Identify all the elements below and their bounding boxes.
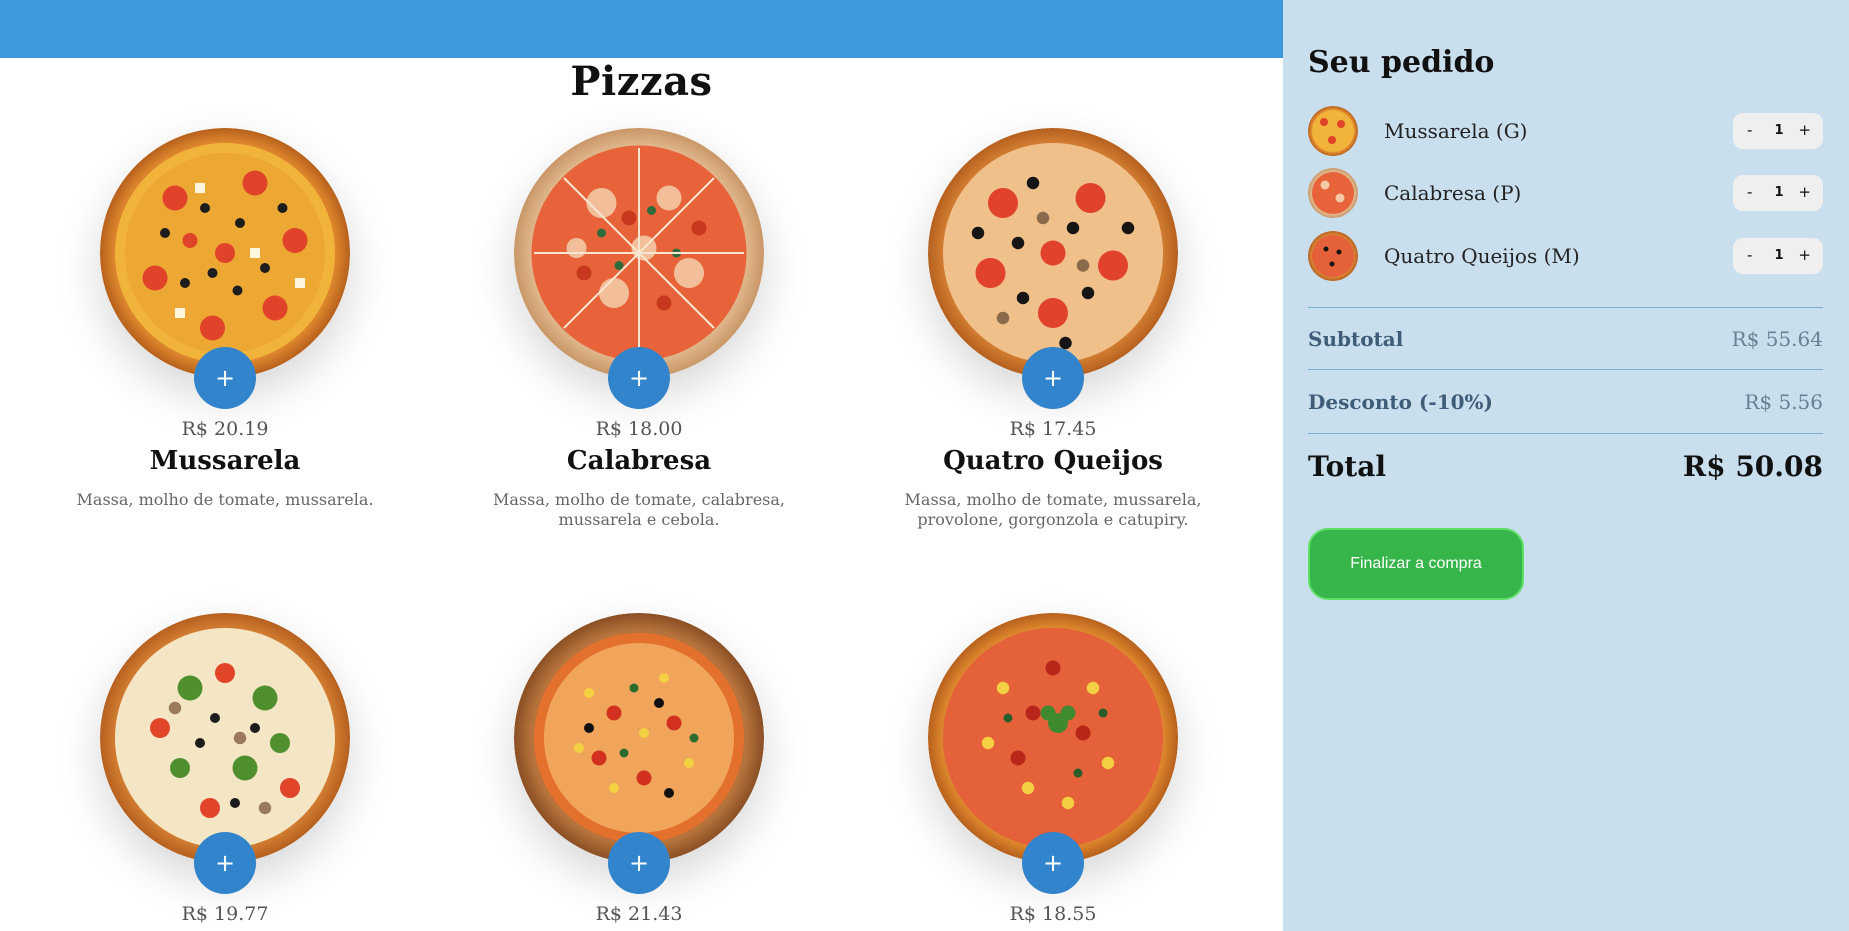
subtotal-value: R$ 55.64: [1731, 327, 1823, 351]
cart-item-name: Mussarela (G): [1384, 119, 1528, 143]
pizza-image-wrap: +: [928, 613, 1178, 894]
pizza-name: Quatro Queijos: [943, 446, 1163, 476]
pizza-card: + R$ 21.43: [432, 613, 846, 925]
pizza-price: R$ 20.19: [181, 418, 269, 440]
total-value: R$ 50.08: [1682, 450, 1823, 483]
cart-item-thumbnail: [1308, 231, 1358, 281]
pizza-quatro-queijos-image: [928, 128, 1178, 378]
section-title: Pizzas: [570, 58, 713, 105]
increase-quantity-button[interactable]: +: [1798, 183, 1811, 201]
pizza-price: R$ 18.00: [595, 418, 683, 440]
subtotal-label: Subtotal: [1308, 327, 1404, 351]
total-label: Total: [1308, 450, 1387, 483]
pizza-card: + R$ 17.45 Quatro Queijos Massa, molho d…: [846, 128, 1260, 530]
divider: [1308, 307, 1823, 308]
quantity-stepper: - 1 +: [1733, 113, 1823, 149]
pizza-card: + R$ 20.19 Mussarela Massa, molho de tom…: [18, 128, 432, 510]
divider: [1308, 433, 1823, 434]
discount-value: R$ 5.56: [1744, 390, 1823, 414]
pizza-board-image: [514, 613, 764, 863]
decrease-quantity-button[interactable]: -: [1747, 121, 1752, 139]
pizza-supreme-image: [928, 613, 1178, 863]
checkout-button[interactable]: Finalizar a compra: [1308, 528, 1524, 600]
cart-item: Calabresa (P) - 1 +: [1308, 168, 1823, 218]
pizza-name: Mussarela: [149, 446, 301, 476]
pizza-image-wrap: +: [514, 613, 764, 894]
increase-quantity-button[interactable]: +: [1798, 121, 1811, 139]
quantity-stepper: - 1 +: [1733, 175, 1823, 211]
pizza-card: + R$ 18.55: [846, 613, 1260, 925]
cart-item-name: Calabresa (P): [1384, 181, 1522, 205]
pizza-price: R$ 17.45: [1009, 418, 1097, 440]
add-pizza-button[interactable]: +: [1022, 832, 1084, 894]
cart-sidebar: Seu pedido Mussarela (G) - 1 + Calabresa…: [1283, 0, 1849, 931]
cart-item: Quatro Queijos (M) - 1 +: [1308, 231, 1823, 281]
pizza-description: Massa, molho de tomate, mussarela, provo…: [904, 490, 1202, 529]
add-pizza-button[interactable]: +: [608, 832, 670, 894]
cart-item-thumbnail: [1308, 106, 1358, 156]
discount-label: Desconto (-10%): [1308, 390, 1493, 414]
quantity-stepper: - 1 +: [1733, 238, 1823, 274]
quantity-value: 1: [1774, 185, 1784, 200]
increase-quantity-button[interactable]: +: [1798, 246, 1811, 264]
pizza-image-wrap: +: [514, 128, 764, 409]
pizza-price: R$ 18.55: [1009, 903, 1097, 925]
add-pizza-button[interactable]: +: [608, 347, 670, 409]
pizza-mussarela-image: [100, 128, 350, 378]
pizza-price: R$ 19.77: [181, 903, 269, 925]
pizza-description: Massa, molho de tomate, mussarela.: [76, 490, 374, 509]
add-pizza-button[interactable]: +: [194, 832, 256, 894]
pizza-calabresa-image: [514, 128, 764, 378]
menu-area: Pizzas + R$ 20.19 Mussarela Massa, molho…: [0, 58, 1283, 931]
add-pizza-button[interactable]: +: [1022, 347, 1084, 409]
pizza-price: R$ 21.43: [595, 903, 683, 925]
add-pizza-button[interactable]: +: [194, 347, 256, 409]
decrease-quantity-button[interactable]: -: [1747, 183, 1752, 201]
pizza-image-wrap: +: [100, 128, 350, 409]
pizza-name: Calabresa: [566, 446, 712, 476]
quantity-value: 1: [1774, 248, 1784, 263]
divider: [1308, 369, 1823, 370]
pizza-card: + R$ 18.00 Calabresa Massa, molho de tom…: [432, 128, 846, 530]
top-header-bar: [0, 0, 1283, 58]
pizza-description: Massa, molho de tomate, calabresa, mussa…: [493, 490, 785, 529]
pizza-vegetable-image: [100, 613, 350, 863]
cart-title: Seu pedido: [1308, 45, 1495, 80]
pizza-image-wrap: +: [100, 613, 350, 894]
cart-item: Mussarela (G) - 1 +: [1308, 106, 1823, 156]
decrease-quantity-button[interactable]: -: [1747, 246, 1752, 264]
cart-item-thumbnail: [1308, 168, 1358, 218]
cart-item-name: Quatro Queijos (M): [1384, 244, 1580, 268]
quantity-value: 1: [1774, 123, 1784, 138]
pizza-card: + R$ 19.77: [18, 613, 432, 925]
pizza-image-wrap: +: [928, 128, 1178, 409]
